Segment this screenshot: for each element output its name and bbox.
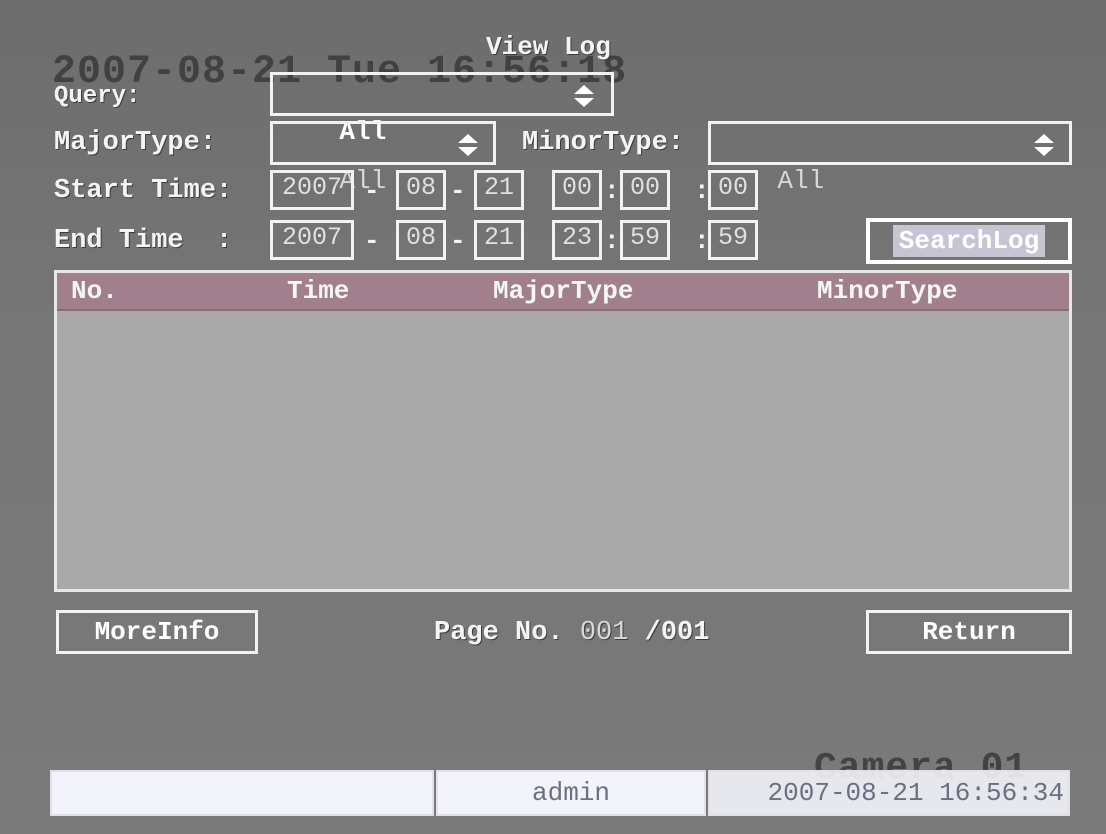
log-table-header: No. Time MajorType MinorType [57, 273, 1069, 311]
search-log-button[interactable]: SearchLog [866, 218, 1072, 264]
query-select[interactable]: All [270, 72, 614, 147]
search-log-label: SearchLog [892, 225, 1046, 257]
page-current[interactable]: 001 [580, 618, 629, 648]
start-day-field[interactable]: 21 [474, 170, 524, 210]
minor-type-label: MinorType: [522, 128, 685, 158]
column-header-no: No. [71, 276, 118, 306]
column-header-time: Time [287, 276, 350, 306]
up-down-arrow-icon [1034, 134, 1054, 156]
column-header-minor-type: MinorType [817, 276, 958, 306]
page-indicator: Page No. 001 /001 [434, 618, 709, 648]
date-separator: - [364, 176, 380, 206]
more-info-button[interactable]: MoreInfo [56, 610, 258, 654]
start-year-field[interactable]: 2007 [270, 170, 354, 210]
minor-type-value: All [777, 166, 825, 196]
date-separator: - [364, 226, 380, 256]
status-cell-empty [50, 770, 434, 816]
major-type-select[interactable]: All [270, 121, 496, 196]
up-down-arrow-icon [458, 134, 478, 156]
end-month-field[interactable]: 08 [396, 220, 446, 260]
status-user: admin [436, 770, 706, 816]
dvr-screen: 2007-08-21 Tue 16:56:18 View Log Query: … [0, 0, 1106, 834]
page-total: /001 [644, 618, 710, 648]
start-hour-field[interactable]: 00 [552, 170, 602, 210]
end-second-field[interactable]: 59 [708, 220, 758, 260]
end-hour-field[interactable]: 23 [552, 220, 602, 260]
time-separator: : [604, 226, 620, 256]
return-button[interactable]: Return [866, 610, 1072, 654]
dialog-title: View Log [486, 32, 611, 62]
end-minute-field[interactable]: 59 [620, 220, 670, 260]
end-day-field[interactable]: 21 [474, 220, 524, 260]
date-separator: - [450, 226, 466, 256]
up-down-arrow-icon [574, 85, 594, 107]
end-time-label: End Time : [54, 226, 233, 256]
minor-type-select[interactable]: All [708, 121, 1072, 196]
log-table-body[interactable] [57, 311, 1069, 589]
major-type-label: MajorType: [54, 128, 217, 158]
end-year-field[interactable]: 2007 [270, 220, 354, 260]
query-label: Query: [54, 83, 141, 110]
start-second-field[interactable]: 00 [708, 170, 758, 210]
time-separator: : [604, 176, 620, 206]
status-datetime: 2007-08-21 16:56:34 [708, 770, 1070, 816]
start-minute-field[interactable]: 00 [620, 170, 670, 210]
date-separator: - [450, 176, 466, 206]
column-header-major-type: MajorType [493, 276, 634, 306]
start-time-label: Start Time: [54, 176, 233, 206]
status-bar: admin 2007-08-21 16:56:34 [50, 770, 1070, 816]
page-label: Page No. [434, 618, 564, 648]
start-month-field[interactable]: 08 [396, 170, 446, 210]
log-table[interactable]: No. Time MajorType MinorType [54, 270, 1072, 592]
